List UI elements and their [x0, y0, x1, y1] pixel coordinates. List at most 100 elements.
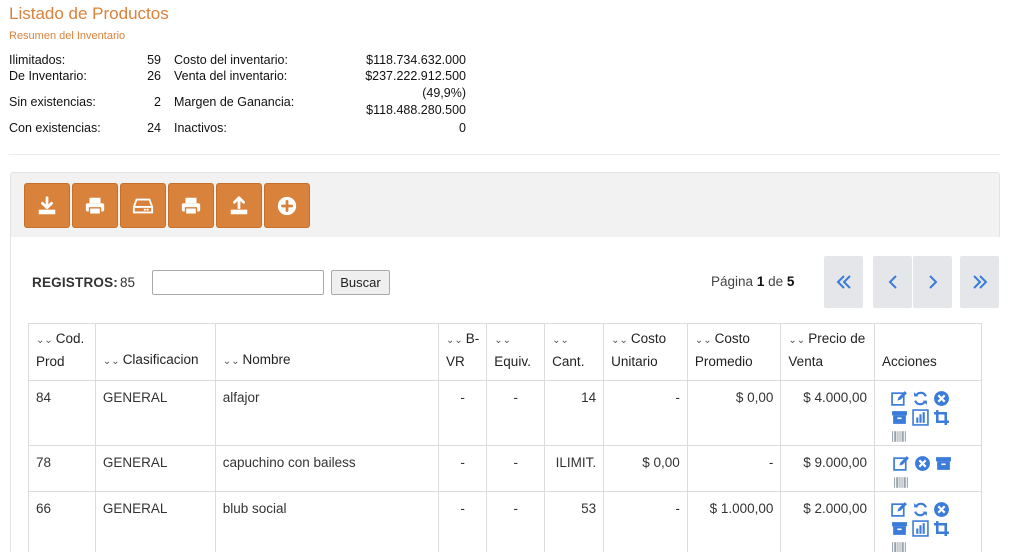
sort-icon: ⌄⌄ — [494, 335, 512, 346]
registros-label: REGISTROS: — [32, 275, 119, 290]
column-header-costo-promedio[interactable]: ⌄⌄ Costo Promedio — [686, 323, 782, 381]
column-header-cant[interactable]: ⌄⌄ Cant. — [544, 323, 605, 381]
pagination-total: 5 — [786, 274, 795, 289]
barcode-icon[interactable] — [890, 539, 909, 552]
table-row: 66 GENERAL blub social - - 53 - $ 1.000,… — [28, 491, 982, 552]
double-chevron-right-icon — [972, 275, 987, 289]
column-header-costo-unitario[interactable]: ⌄⌄ Costo Unitario — [603, 323, 688, 381]
cell-acciones — [874, 380, 982, 446]
cell-cant: 14 — [544, 380, 605, 446]
sort-icon: ⌄⌄ — [36, 335, 53, 346]
delete-icon[interactable] — [932, 501, 951, 518]
table-row: 84 GENERAL alfajor - - 14 - $ 0,00 $ 4.0… — [28, 380, 982, 446]
search-button[interactable]: Buscar — [331, 270, 390, 295]
column-header-cod[interactable]: ⌄⌄ Cod. Prod — [28, 323, 96, 381]
summary-value: $118.734.632.000 — [366, 53, 466, 67]
barcode-icon[interactable] — [892, 474, 911, 491]
pagination-current: 1 — [756, 274, 765, 289]
cell-nombre: blub social — [214, 491, 440, 552]
cell-precio-venta: $ 9.000,00 — [780, 445, 876, 492]
summary-subtitle: Resumen del Inventario — [9, 30, 126, 42]
refresh-icon[interactable] — [911, 501, 930, 518]
products-table: ⌄⌄ Cod. Prod ⌄⌄ Clasificacion ⌄⌄ Nombre ⌄⌄ B… — [28, 323, 982, 552]
edit-icon[interactable] — [892, 455, 911, 472]
summary-percent: (49,9%) — [422, 86, 466, 100]
summary-value: $237.222.912.500 — [365, 69, 466, 83]
cell-cod: 66 — [28, 491, 96, 552]
sort-icon: ⌄⌄ — [552, 335, 569, 346]
next-page-button[interactable] — [913, 256, 952, 308]
print-button-2[interactable] — [168, 183, 214, 228]
archive-icon[interactable] — [890, 520, 909, 537]
sort-icon: ⌄⌄ — [694, 335, 712, 346]
sort-icon: ⌄⌄ — [222, 356, 240, 367]
column-header-bvr[interactable]: ⌄⌄ B-VR — [438, 323, 488, 381]
cell-cant: ILIMIT. — [544, 445, 605, 492]
summary-label: Costo del inventario: — [174, 53, 288, 67]
summary-value: 26 — [147, 69, 161, 83]
archive-icon[interactable] — [934, 455, 953, 472]
pagination-status: Página 1 de 5 — [711, 274, 794, 289]
crop-icon[interactable] — [932, 520, 951, 537]
cell-cant: 53 — [544, 491, 605, 552]
summary-label: De Inventario: — [9, 69, 87, 83]
cell-bvr: - — [438, 491, 488, 552]
download-icon — [38, 195, 56, 214]
cell-equiv: - — [486, 380, 546, 446]
page-title: Listado de Productos — [9, 4, 169, 23]
search-input[interactable] — [152, 270, 324, 295]
cell-nombre: alfajor — [214, 380, 440, 446]
summary-label: Con existencias: — [9, 121, 101, 135]
cell-bvr: - — [438, 445, 488, 492]
chart-icon[interactable] — [911, 409, 930, 426]
crop-icon[interactable] — [932, 409, 951, 426]
pagination-prefix: Página — [711, 274, 754, 289]
drive-icon — [132, 198, 154, 213]
edit-icon[interactable] — [890, 390, 909, 407]
cell-acciones — [874, 491, 982, 552]
sort-icon: ⌄⌄ — [446, 335, 463, 346]
upload-button[interactable] — [216, 183, 262, 228]
cell-clasificacion: GENERAL — [94, 380, 216, 446]
drive-button[interactable] — [120, 183, 166, 228]
sort-icon: ⌄⌄ — [102, 356, 120, 367]
cell-equiv: - — [486, 491, 546, 552]
summary-value: 2 — [154, 95, 161, 109]
cell-acciones — [874, 445, 982, 492]
column-header-acciones: Acciones — [874, 323, 982, 381]
first-page-button[interactable] — [824, 256, 863, 308]
delete-icon[interactable] — [913, 455, 932, 472]
upload-icon — [230, 195, 248, 214]
summary-label: Inactivos: — [174, 121, 227, 135]
edit-icon[interactable] — [890, 501, 909, 518]
cell-precio-venta: $ 4.000,00 — [780, 380, 876, 446]
download-button[interactable] — [24, 183, 70, 228]
cell-costo-promedio: $ 0,00 — [686, 380, 782, 446]
sort-icon: ⌄⌄ — [788, 335, 806, 346]
column-header-clasificacion[interactable]: ⌄⌄ Clasificacion — [94, 323, 216, 381]
add-product-button[interactable] — [264, 183, 310, 228]
cell-bvr: - — [438, 380, 488, 446]
archive-icon[interactable] — [890, 409, 909, 426]
chart-icon[interactable] — [911, 520, 930, 537]
barcode-icon[interactable] — [890, 428, 909, 445]
cell-cod: 78 — [28, 445, 96, 492]
column-header-nombre[interactable]: ⌄⌄ Nombre — [214, 323, 440, 381]
cell-precio-venta: $ 2.000,00 — [780, 491, 876, 552]
summary-value: 59 — [147, 53, 161, 67]
column-header-equiv[interactable]: ⌄⌄ Equiv. — [486, 323, 546, 381]
delete-icon[interactable] — [932, 390, 951, 407]
chevron-left-icon — [888, 275, 897, 289]
cell-clasificacion: GENERAL — [94, 491, 216, 552]
prev-page-button[interactable] — [873, 256, 912, 308]
print-button[interactable] — [72, 183, 118, 228]
double-chevron-left-icon — [836, 275, 851, 289]
cell-costo-unitario: - — [603, 380, 688, 446]
column-header-precio-venta[interactable]: ⌄⌄ Precio de Venta — [780, 323, 876, 381]
last-page-button[interactable] — [960, 256, 999, 308]
cell-costo-promedio: - — [686, 445, 782, 492]
plus-circle-icon — [277, 196, 297, 215]
refresh-icon[interactable] — [911, 390, 930, 407]
cell-cod: 84 — [28, 380, 96, 446]
summary-label: Margen de Ganancia: — [174, 95, 295, 109]
